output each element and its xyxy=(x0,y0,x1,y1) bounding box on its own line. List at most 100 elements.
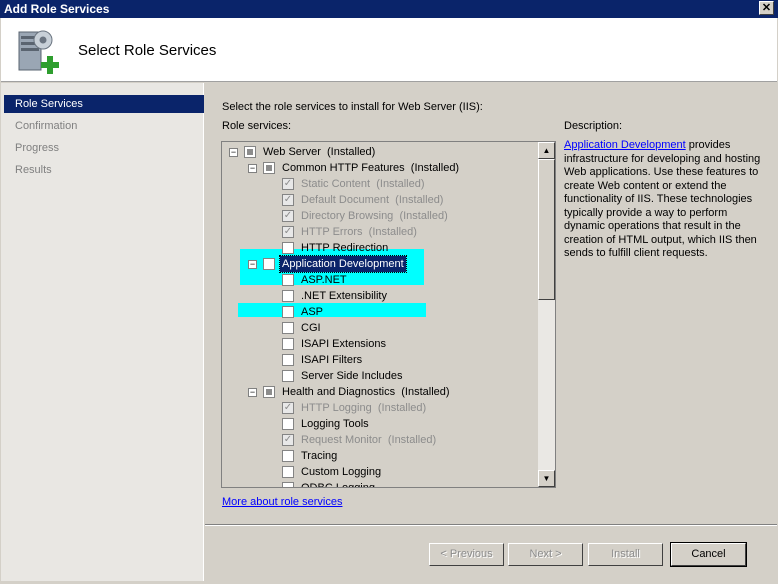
tree-checkbox: ✓ xyxy=(282,402,294,414)
tree-item[interactable]: ODBC Logging xyxy=(222,480,537,488)
tree-item-label: Health and Diagnostics (Installed) xyxy=(282,384,450,400)
tree-item[interactable]: ✓ Static Content (Installed) xyxy=(222,176,537,192)
close-button[interactable]: ✕ xyxy=(759,1,774,15)
previous-button[interactable]: < Previous xyxy=(429,543,504,566)
tree-checkbox[interactable] xyxy=(282,450,294,462)
step-role-services[interactable]: Role Services xyxy=(4,95,204,113)
tree-checkbox: ✓ xyxy=(282,210,294,222)
tree-expander-icon[interactable]: − xyxy=(229,148,238,157)
tree-checkbox[interactable] xyxy=(282,242,294,254)
tree-item-name: Default Document xyxy=(301,194,390,206)
tree-expander-icon[interactable]: − xyxy=(248,260,257,269)
tree-item-status: (Installed) xyxy=(387,434,437,446)
tree-item[interactable]: ✓ HTTP Errors (Installed) xyxy=(222,224,537,240)
tree-item-status: (Installed) xyxy=(401,386,450,398)
tree-item-name: ASP xyxy=(301,306,324,318)
instruction-text: Select the role services to install for … xyxy=(222,101,483,113)
tree-item-name: ISAPI Filters xyxy=(301,354,363,366)
tree-checkbox[interactable] xyxy=(282,322,294,334)
description-link[interactable]: Application Development xyxy=(564,139,686,151)
next-button[interactable]: Next > xyxy=(508,543,583,566)
tree-checkbox[interactable] xyxy=(282,274,294,286)
description-label: Description: xyxy=(564,120,623,132)
tree-checkbox[interactable] xyxy=(282,466,294,478)
tree-item[interactable]: .NET Extensibility xyxy=(222,288,537,304)
tree-item[interactable]: Custom Logging xyxy=(222,464,537,480)
tree-checkbox[interactable] xyxy=(244,146,256,158)
role-services-tree[interactable]: − Web Server (Installed) − Common HTTP Feat… xyxy=(221,141,556,488)
tree-checkbox[interactable] xyxy=(282,482,294,487)
tree-expander-icon[interactable]: − xyxy=(248,164,257,173)
tree-checkbox: ✓ xyxy=(282,434,294,446)
tree-checkbox[interactable] xyxy=(282,418,294,430)
tree-item[interactable]: − Health and Diagnostics (Installed) xyxy=(222,384,537,400)
tree-item-label: Directory Browsing (Installed) xyxy=(301,208,448,224)
tree-item[interactable]: ASP.NET xyxy=(222,272,537,288)
tree-checkbox: ✓ xyxy=(282,194,294,206)
tree-checkbox[interactable] xyxy=(282,338,294,350)
tree-item-name: Health and Diagnostics xyxy=(282,386,396,398)
wizard-header: Select Role Services xyxy=(1,18,777,82)
tree-item[interactable]: ✓ Request Monitor (Installed) xyxy=(222,432,537,448)
tree-item[interactable]: Tracing xyxy=(222,448,537,464)
tree-item[interactable]: − Web Server (Installed) xyxy=(222,144,537,160)
tree-item[interactable]: CGI xyxy=(222,320,537,336)
tree-item[interactable]: ✓ HTTP Logging (Installed) xyxy=(222,400,537,416)
tree-item-label: Web Server (Installed) xyxy=(263,144,375,160)
tree-item-label: Application Development xyxy=(279,255,407,273)
scroll-down-button[interactable]: ▼ xyxy=(538,470,555,487)
tree-item-status: (Installed) xyxy=(327,146,376,158)
tree-item-name: ASP.NET xyxy=(301,274,347,286)
tree-item[interactable]: ✓ Default Document (Installed) xyxy=(222,192,537,208)
tree-item-name: Tracing xyxy=(301,450,338,462)
server-add-icon xyxy=(18,30,59,74)
cancel-button[interactable]: Cancel xyxy=(670,542,747,567)
tree-item-name: Application Development xyxy=(282,258,404,270)
tree-checkbox[interactable] xyxy=(282,306,294,318)
tree-item[interactable]: ISAPI Filters xyxy=(222,352,537,368)
title-bar: Add Role Services ✕ xyxy=(0,0,778,18)
scroll-up-button[interactable]: ▲ xyxy=(538,142,555,159)
description-body: provides infrastructure for developing a… xyxy=(564,139,761,259)
tree-item[interactable]: − Common HTTP Features (Installed) xyxy=(222,160,537,176)
tree-checkbox: ✓ xyxy=(282,226,294,238)
tree-item[interactable]: − Application Development xyxy=(222,255,537,273)
tree-item-name: ODBC Logging xyxy=(301,482,375,488)
tree-item-label: Tracing xyxy=(301,448,337,464)
tree-item[interactable]: ASP xyxy=(222,304,537,320)
tree-item-name: Static Content xyxy=(301,178,371,190)
tree-item-name: HTTP Logging xyxy=(301,402,372,414)
scroll-thumb[interactable] xyxy=(538,159,555,300)
tree-item-status: (Installed) xyxy=(368,226,417,238)
tree-item-label: ODBC Logging xyxy=(301,480,375,488)
tree-item[interactable]: Server Side Includes xyxy=(222,368,537,384)
tree-checkbox[interactable] xyxy=(263,386,275,398)
tree-item-status: (Installed) xyxy=(410,162,460,174)
tree-item[interactable]: HTTP Redirection xyxy=(222,240,537,256)
role-services-label: Role services: xyxy=(222,120,292,132)
tree-checkbox[interactable] xyxy=(282,290,294,302)
tree-checkbox[interactable] xyxy=(282,354,294,366)
tree-item[interactable]: Logging Tools xyxy=(222,416,537,432)
tree-item-label: Common HTTP Features (Installed) xyxy=(282,160,459,176)
tree-scrollbar[interactable]: ▲ ▼ xyxy=(538,142,555,487)
tree-item-name: Custom Logging xyxy=(301,466,382,478)
tree-item-label: CGI xyxy=(301,320,321,336)
tree-checkbox[interactable] xyxy=(263,258,275,270)
install-button[interactable]: Install xyxy=(588,543,663,566)
tree-expander-icon[interactable]: − xyxy=(248,388,257,397)
step-results: Results xyxy=(15,164,52,176)
more-about-role-services-link[interactable]: More about role services xyxy=(222,496,342,508)
tree-item[interactable]: ✓ Directory Browsing (Installed) xyxy=(222,208,537,224)
tree-item-label: Logging Tools xyxy=(301,416,369,432)
tree-checkbox[interactable] xyxy=(263,162,275,174)
tree-item[interactable]: ISAPI Extensions xyxy=(222,336,537,352)
tree-item-name: Server Side Includes xyxy=(301,370,403,382)
tree-item-label: Server Side Includes xyxy=(301,368,403,384)
tree-item-status: (Installed) xyxy=(376,178,425,190)
tree-item-status: (Installed) xyxy=(377,402,427,414)
tree-checkbox[interactable] xyxy=(282,370,294,382)
tree-item-status: (Installed) xyxy=(395,194,444,206)
tree-item-label: ASP xyxy=(301,304,323,320)
tree-item-label: ISAPI Extensions xyxy=(301,336,386,352)
